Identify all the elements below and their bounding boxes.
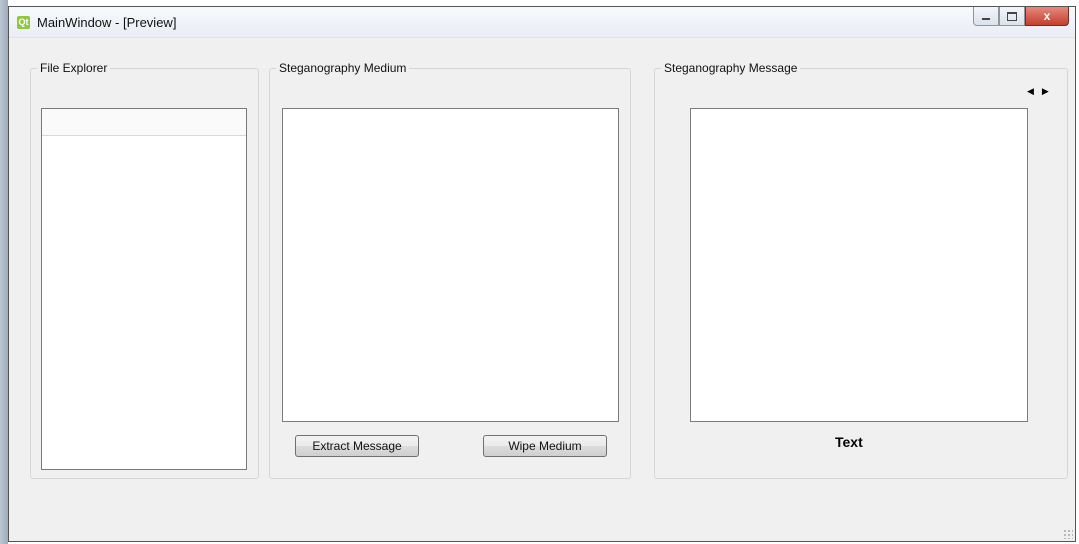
message-display[interactable]	[690, 108, 1028, 422]
arrow-left-icon[interactable]: ◀	[1027, 86, 1034, 97]
file-explorer-list[interactable]	[41, 108, 247, 470]
message-title: Steganography Message	[661, 61, 801, 75]
window-controls: x	[973, 7, 1069, 26]
extract-message-button[interactable]: Extract Message	[295, 435, 419, 457]
resize-grip-icon[interactable]	[1063, 529, 1073, 539]
title-bar: Qt MainWindow - [Preview] x	[9, 7, 1075, 38]
minimize-icon	[982, 18, 990, 20]
file-explorer-group: File Explorer	[30, 61, 259, 479]
window-title: MainWindow - [Preview]	[37, 15, 177, 30]
background-edge	[0, 0, 8, 544]
maximize-button[interactable]	[999, 7, 1025, 26]
minimize-button[interactable]	[973, 7, 999, 26]
message-group: Steganography Message ◀ ▶ Text	[654, 61, 1068, 479]
text-tab-label[interactable]: Text	[835, 434, 863, 450]
file-explorer-header	[42, 109, 246, 136]
arrow-right-icon[interactable]: ▶	[1042, 86, 1049, 97]
maximize-icon	[1007, 11, 1017, 21]
main-window: Qt MainWindow - [Preview] x File Explore…	[8, 6, 1076, 542]
wipe-medium-button[interactable]: Wipe Medium	[483, 435, 607, 457]
medium-display[interactable]	[282, 108, 619, 422]
qt-app-icon: Qt	[17, 16, 30, 29]
close-icon: x	[1043, 9, 1051, 23]
file-explorer-title: File Explorer	[37, 61, 111, 75]
close-button[interactable]: x	[1025, 7, 1069, 26]
medium-group: Steganography Medium Extract Message Wip…	[269, 61, 631, 479]
tab-scroll-arrows: ◀ ▶	[1027, 86, 1049, 97]
medium-title: Steganography Medium	[276, 61, 410, 75]
